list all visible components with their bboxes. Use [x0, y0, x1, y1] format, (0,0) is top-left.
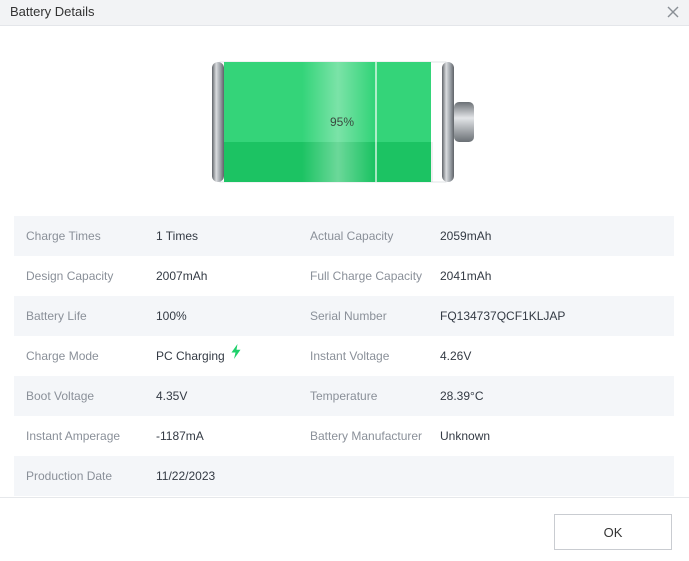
row-value: 11/22/2023 — [156, 469, 216, 483]
row-value: PC Charging — [156, 349, 225, 363]
battery-right-cap — [442, 62, 454, 182]
row-value: 2007mAh — [156, 269, 208, 283]
battery-left-cap — [212, 62, 224, 182]
battery-graphic: 95% — [212, 61, 476, 183]
row-label: Charge Mode — [26, 349, 99, 363]
row-label: Production Date — [26, 469, 113, 483]
table-row: Instant Amperage -1187mA Battery Manufac… — [14, 416, 674, 456]
table-row: Charge Mode PC Charging Instant Voltage … — [14, 336, 674, 376]
row-label: Design Capacity — [26, 269, 114, 283]
dialog-title: Battery Details — [10, 4, 95, 19]
table-row: Charge Times 1 Times Actual Capacity 205… — [14, 216, 674, 256]
battery-percent: 95% — [329, 115, 355, 129]
row-value: 1 Times — [156, 229, 199, 243]
row-label: Instant Voltage — [310, 349, 390, 363]
row-label: Actual Capacity — [310, 229, 394, 243]
row-label: Battery Manufacturer — [310, 429, 423, 443]
row-value: FQ134737QCF1KLJAP — [440, 309, 566, 323]
row-value: 2059mAh — [440, 229, 492, 243]
charge-mode-value: PC Charging — [156, 336, 241, 376]
table-row: Production Date 11/22/2023 — [14, 456, 674, 496]
row-label: Boot Voltage — [26, 389, 95, 403]
battery-terminal — [454, 102, 474, 142]
battery-details-dialog: Battery Details 95% Charge Times 1 Times… — [0, 0, 689, 561]
lightning-bolt-icon — [231, 335, 241, 375]
row-value: 28.39°C — [440, 389, 484, 403]
row-label: Temperature — [310, 389, 378, 403]
row-label: Serial Number — [310, 309, 387, 323]
table-row: Battery Life 100% Serial Number FQ134737… — [14, 296, 674, 336]
row-value: Unknown — [440, 429, 491, 443]
ok-button[interactable]: OK — [554, 514, 672, 550]
battery-details-table: Charge Times 1 Times Actual Capacity 205… — [14, 216, 674, 496]
table-row: Boot Voltage 4.35V Temperature 28.39°C — [14, 376, 674, 416]
close-icon[interactable] — [663, 2, 683, 22]
row-value: 100% — [156, 309, 187, 323]
row-value: 2041mAh — [440, 269, 492, 283]
table-row: Design Capacity 2007mAh Full Charge Capa… — [14, 256, 674, 296]
footer-divider — [0, 497, 689, 498]
title-bar: Battery Details — [0, 0, 689, 26]
row-label: Instant Amperage — [26, 429, 121, 443]
row-value: 4.26V — [440, 349, 472, 363]
row-label: Full Charge Capacity — [310, 269, 423, 283]
row-label: Battery Life — [26, 309, 87, 323]
row-label: Charge Times — [26, 229, 101, 243]
row-value: 4.35V — [156, 389, 188, 403]
row-value: -1187mA — [156, 429, 204, 443]
